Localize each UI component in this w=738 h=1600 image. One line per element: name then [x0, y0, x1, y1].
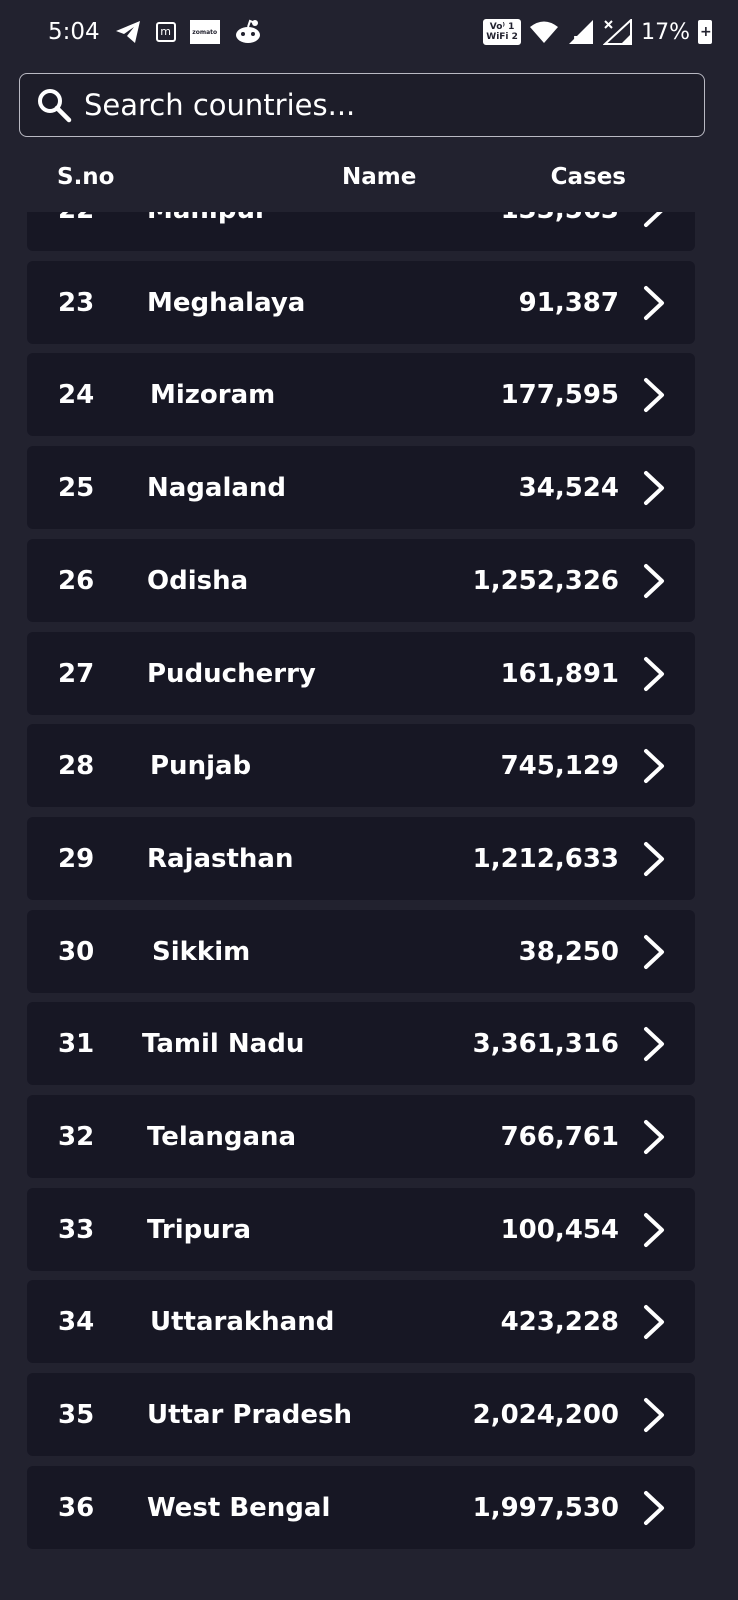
- list-item[interactable]: 22 Manipur 133,563: [27, 212, 695, 251]
- row-cases: 1,997,530: [472, 1492, 619, 1523]
- column-cases: Cases: [550, 164, 626, 190]
- reddit-icon: [234, 19, 262, 45]
- row-name: Meghalaya: [147, 287, 306, 318]
- row-cases: 91,387: [518, 287, 619, 318]
- row-sno: 28: [58, 751, 95, 782]
- row-sno: 31: [58, 1029, 95, 1060]
- row-name: West Bengal: [147, 1492, 331, 1523]
- list-item[interactable]: 25 Nagaland 34,524: [27, 446, 695, 530]
- list-item[interactable]: 26 Odisha 1,252,326: [27, 538, 695, 622]
- wifi-icon: [529, 20, 559, 44]
- chevron-right-icon[interactable]: [641, 1490, 667, 1526]
- row-sno: 26: [58, 565, 95, 596]
- chevron-right-icon[interactable]: [641, 934, 667, 970]
- chevron-right-icon[interactable]: [641, 470, 667, 506]
- row-sno: 33: [58, 1214, 95, 1245]
- row-cases: 1,212,633: [472, 843, 619, 874]
- row-sno: 27: [58, 658, 95, 689]
- row-sno: 29: [58, 843, 95, 874]
- row-sno: 24: [58, 380, 95, 411]
- row-cases: 2,024,200: [472, 1400, 619, 1431]
- row-cases: 133,563: [501, 212, 619, 225]
- row-sno: 25: [58, 473, 95, 504]
- list-item[interactable]: 34 Uttarakhand 423,228: [27, 1280, 695, 1364]
- row-sno: 30: [58, 936, 95, 967]
- row-sno: 34: [58, 1307, 95, 1338]
- signal-roaming-icon: [603, 19, 633, 45]
- row-name: Tamil Nadu: [142, 1029, 305, 1060]
- list-item[interactable]: 36 West Bengal 1,997,530: [27, 1465, 695, 1549]
- chevron-right-icon[interactable]: [641, 1304, 667, 1340]
- battery-charging-icon: [698, 20, 712, 44]
- row-name: Rajasthan: [147, 843, 294, 874]
- row-sno: 35: [58, 1400, 95, 1431]
- row-name: Punjab: [150, 751, 252, 782]
- list-item[interactable]: 30 Sikkim 38,250: [27, 909, 695, 993]
- chevron-right-icon[interactable]: [641, 212, 667, 228]
- search-bar[interactable]: [19, 73, 705, 137]
- column-header: S.no Name Cases: [0, 150, 738, 206]
- row-cases: 177,595: [500, 380, 619, 411]
- zomato-icon: zomato: [189, 20, 220, 44]
- signal-icon: R: [567, 19, 595, 47]
- row-name: Telangana: [147, 1122, 297, 1152]
- row-sno: 23: [58, 287, 95, 318]
- row-cases: 161,891: [500, 658, 619, 689]
- state-list[interactable]: 22 Manipur 133,563 23 Meghalaya 91,387 24 Mizor…: [0, 212, 738, 1600]
- row-name: Uttarakhand: [150, 1307, 335, 1338]
- row-cases: 34,524: [518, 473, 619, 504]
- list-item[interactable]: 28 Punjab 745,129: [27, 724, 695, 808]
- chevron-right-icon[interactable]: [641, 1026, 667, 1062]
- battery-percent: 17%: [641, 19, 690, 45]
- row-name: Mizoram: [150, 380, 276, 411]
- chevron-right-icon[interactable]: [641, 563, 667, 599]
- search-input[interactable]: [84, 88, 644, 122]
- row-name: Manipur: [147, 212, 268, 225]
- column-sno: S.no: [57, 164, 115, 190]
- list-item[interactable]: 35 Uttar Pradesh 2,024,200: [27, 1373, 695, 1457]
- chevron-right-icon[interactable]: [641, 1212, 667, 1248]
- row-cases: 3,361,316: [472, 1029, 619, 1060]
- chevron-right-icon[interactable]: [641, 285, 667, 321]
- list-item[interactable]: 27 Puducherry 161,891: [27, 631, 695, 715]
- row-cases: 766,761: [500, 1122, 619, 1152]
- telegram-icon: [114, 19, 142, 45]
- row-cases: 100,454: [500, 1214, 619, 1245]
- list-item[interactable]: 29 Rajasthan 1,212,633: [27, 816, 695, 900]
- clock: 5:04: [48, 19, 100, 45]
- status-bar: 5:04 m zomato Vo⁾ 1 WiFi 2 R 17%: [0, 0, 738, 64]
- row-sno: 36: [58, 1492, 95, 1523]
- list-item[interactable]: 33 Tripura 100,454: [27, 1187, 695, 1271]
- chevron-right-icon[interactable]: [641, 748, 667, 784]
- chevron-right-icon[interactable]: [641, 841, 667, 877]
- vowifi-icon: Vo⁾ 1 WiFi 2: [483, 19, 522, 45]
- row-cases: 423,228: [500, 1307, 619, 1338]
- chevron-right-icon[interactable]: [641, 1119, 667, 1155]
- row-sno: 32: [58, 1122, 95, 1152]
- row-name: Tripura: [147, 1214, 252, 1245]
- chevron-right-icon[interactable]: [641, 377, 667, 413]
- m-app-icon: m: [155, 22, 176, 42]
- row-name: Nagaland: [147, 473, 287, 504]
- row-name: Sikkim: [152, 936, 251, 967]
- row-sno: 22: [58, 212, 94, 225]
- row-cases: 38,250: [518, 936, 619, 967]
- list-item[interactable]: 31 Tamil Nadu 3,361,316: [27, 1002, 695, 1086]
- chevron-right-icon[interactable]: [641, 656, 667, 692]
- row-name: Uttar Pradesh: [147, 1400, 353, 1431]
- row-cases: 1,252,326: [472, 565, 619, 596]
- list-item[interactable]: 23 Meghalaya 91,387: [27, 260, 695, 344]
- row-name: Odisha: [147, 565, 249, 596]
- list-item[interactable]: 32 Telangana 766,761: [27, 1095, 695, 1178]
- row-name: Puducherry: [147, 658, 316, 689]
- column-name: Name: [342, 164, 417, 190]
- row-cases: 745,129: [500, 751, 619, 782]
- search-icon: [34, 85, 74, 125]
- list-item[interactable]: 24 Mizoram 177,595: [27, 353, 695, 437]
- chevron-right-icon[interactable]: [641, 1397, 667, 1433]
